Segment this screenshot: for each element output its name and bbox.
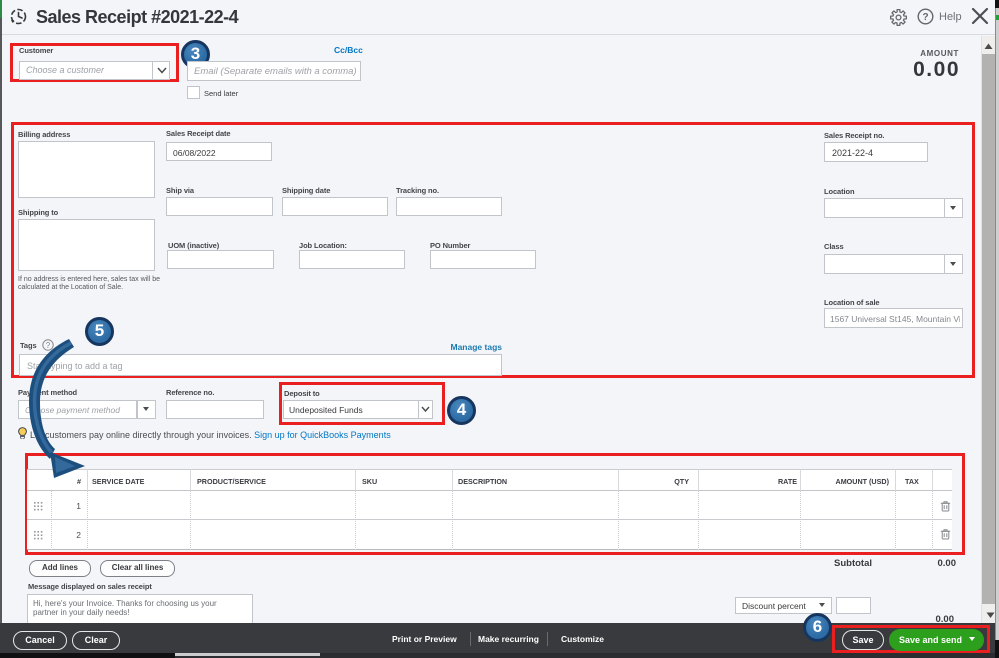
svg-text:?: ?: [922, 12, 928, 23]
